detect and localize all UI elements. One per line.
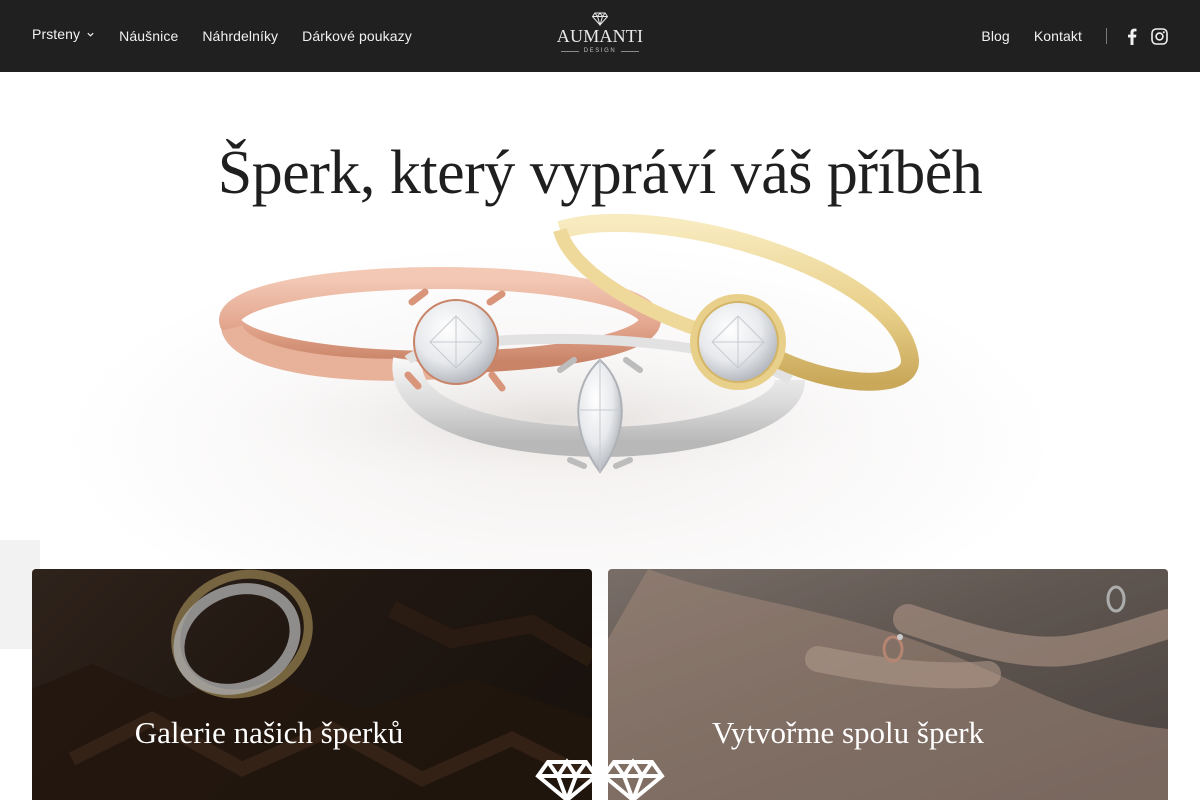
chevron-down-icon	[87, 32, 94, 37]
secondary-menu: Blog Kontakt	[957, 0, 1168, 72]
nav-item-darkove-poukazy[interactable]: Dárkové poukazy	[302, 28, 412, 44]
nav-item-blog[interactable]: Blog	[981, 28, 1009, 44]
brand-name: AUMANTI	[556, 26, 644, 46]
gallery-card[interactable]: Galerie našich šperků	[32, 569, 592, 800]
instagram-icon[interactable]	[1151, 27, 1168, 45]
nav-item-kontakt[interactable]: Kontakt	[1034, 28, 1082, 44]
brand-logo[interactable]: AUMANTI DESIGN	[556, 12, 644, 60]
nav-item-label: Prsteny	[32, 26, 81, 42]
hero-rings-image	[170, 214, 930, 500]
primary-menu: Prsteny Náušnice Náhrdelníky Dárkové pou…	[32, 0, 412, 72]
nav-item-nausnice[interactable]: Náušnice	[119, 28, 178, 44]
nav-divider	[1106, 28, 1107, 44]
top-navigation: Prsteny Náušnice Náhrdelníky Dárkové pou…	[0, 0, 1200, 72]
hero-title: Šperk, který vypráví váš příběh	[217, 139, 983, 207]
nav-item-prsteny[interactable]: Prsteny	[32, 26, 95, 42]
custom-jewelry-card[interactable]: Vytvořme spolu šperk	[608, 569, 1168, 800]
gallery-card-image	[32, 569, 592, 800]
nav-item-nahrdelniky[interactable]: Náhrdelníky	[202, 28, 278, 44]
facebook-icon[interactable]	[1127, 28, 1137, 45]
gallery-card-title: Galerie našich šperků	[134, 715, 404, 750]
custom-jewelry-card-image	[608, 569, 1168, 800]
brand-subtitle: DESIGN	[556, 48, 644, 54]
diamond-icon	[592, 12, 608, 26]
custom-jewelry-card-title: Vytvořme spolu šperk	[711, 715, 985, 750]
diamond-logo-mark	[535, 758, 665, 800]
